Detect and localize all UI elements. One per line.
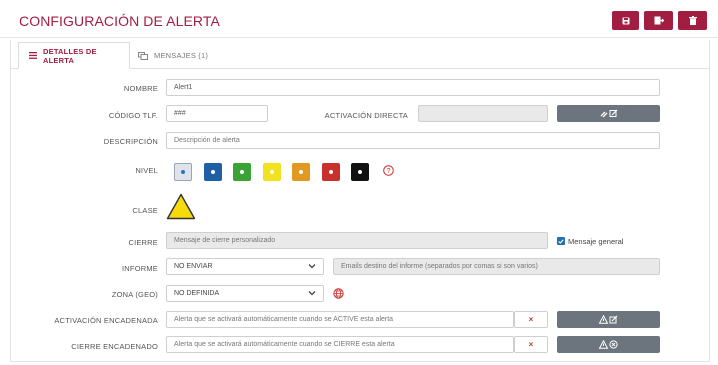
checkmark-icon	[558, 238, 564, 244]
codigo-tlf-input[interactable]: ###	[166, 105, 268, 122]
level-dot	[240, 170, 244, 174]
mensaje-general-checkbox[interactable]	[557, 237, 565, 245]
activacion-encadenada-clear-button[interactable]: ×	[514, 311, 548, 328]
mensaje-general-label: Mensaje general	[568, 237, 624, 246]
informe-select[interactable]: NO ENVIAR	[166, 258, 324, 275]
cierre-input[interactable]: Mensaje de cierre personalizado	[166, 232, 548, 249]
level-color-orange[interactable]	[292, 163, 310, 181]
activacion-encadenada-input[interactable]: Alerta que se activará automáticamente c…	[166, 311, 514, 328]
cierre-encadenado-input[interactable]: Alerta que se activará automáticamente c…	[166, 336, 514, 353]
activacion-directa-input[interactable]	[418, 105, 548, 122]
activacion-encadenada-label: ACTIVACIÓN ENCADENADA	[54, 316, 158, 325]
tab-bar: DETALLES DE ALERTA MENSAJES (1)	[10, 42, 710, 69]
informe-selected: NO ENVIAR	[174, 263, 213, 270]
level-color-black[interactable]	[351, 163, 369, 181]
zona-selected: NO DEFINIDA	[174, 290, 220, 297]
level-color-green[interactable]	[233, 163, 251, 181]
cierre-encadenado-clear-button[interactable]: ×	[514, 336, 548, 353]
activacion-directa-label: ACTIVACIÓN DIRECTA	[324, 111, 408, 120]
link-edit-icon	[600, 109, 617, 118]
descripcion-input[interactable]: Descripción de alerta	[166, 132, 660, 149]
informe-label: INFORME	[122, 264, 158, 273]
close-icon: ×	[528, 340, 534, 349]
nivel-label: NIVEL	[135, 166, 158, 175]
help-icon[interactable]: ?	[383, 165, 394, 176]
zona-label: ZONA (GEO)	[111, 290, 158, 299]
emails-input[interactable]: Emails destino del informe (separados po…	[333, 258, 660, 275]
zona-select[interactable]: NO DEFINIDA	[166, 285, 324, 302]
tab-alert-details-label: DETALLES DE ALERTA	[43, 46, 97, 65]
activacion-encadenada-select-button[interactable]	[557, 311, 660, 328]
page-title: CONFIGURACIÓN DE ALERTA	[19, 13, 220, 29]
trash-icon	[688, 16, 697, 25]
alert-config-page: CONFIGURACIÓN DE ALERTA DETALLES DE ALER…	[0, 0, 718, 365]
level-dot	[270, 170, 274, 174]
warning-close-icon	[598, 340, 618, 349]
list-icon	[29, 52, 37, 59]
messages-icon	[138, 51, 148, 60]
chevron-down-icon	[308, 264, 316, 269]
nombre-input[interactable]: Alert1	[166, 79, 660, 96]
level-dot	[358, 170, 362, 174]
level-dot	[299, 170, 303, 174]
nombre-label: NOMBRE	[123, 84, 158, 93]
tab-messages-label: MENSAJES (1)	[154, 51, 209, 60]
level-color-red[interactable]	[322, 163, 340, 181]
export-icon	[654, 16, 664, 25]
save-icon	[622, 17, 629, 24]
level-color-gray[interactable]	[174, 163, 192, 181]
cierre-encadenado-select-button[interactable]	[557, 336, 660, 353]
activacion-directa-link-button[interactable]	[557, 105, 660, 122]
level-selected-dot	[181, 170, 185, 174]
page-header: CONFIGURACIÓN DE ALERTA	[0, 0, 718, 38]
svg-text:?: ?	[387, 168, 391, 175]
codigo-tlf-label: CÓDIGO TLF.	[108, 111, 158, 120]
delete-button[interactable]	[678, 11, 707, 30]
tab-alert-details[interactable]: DETALLES DE ALERTA	[18, 42, 130, 69]
clase-label: CLASE	[132, 206, 158, 215]
cierre-label: CIERRE	[128, 238, 158, 247]
close-icon: ×	[528, 315, 534, 324]
warning-triangle-icon[interactable]	[166, 193, 196, 220]
level-color-yellow[interactable]	[263, 163, 281, 181]
level-color-blue[interactable]	[204, 163, 222, 181]
cierre-encadenado-label: CIERRE ENCADENADO	[71, 342, 158, 351]
globe-icon[interactable]	[333, 288, 344, 299]
descripcion-label: DESCRIPCIÓN	[103, 137, 158, 146]
export-button[interactable]	[644, 11, 673, 30]
chevron-down-icon	[308, 291, 316, 296]
level-dot	[211, 170, 215, 174]
save-button[interactable]	[612, 11, 639, 30]
tab-messages[interactable]: MENSAJES (1)	[132, 42, 208, 69]
warning-edit-icon	[598, 315, 617, 324]
level-dot	[329, 170, 333, 174]
